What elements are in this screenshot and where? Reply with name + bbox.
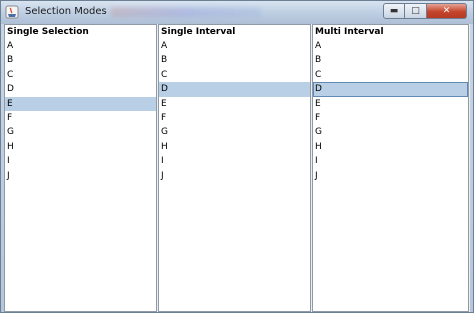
title-bar[interactable]: Selection Modes ▬ □ ✕ bbox=[1, 1, 473, 24]
list-item[interactable]: G bbox=[313, 125, 468, 139]
list-item[interactable]: I bbox=[5, 154, 156, 168]
close-button[interactable]: ✕ bbox=[427, 3, 467, 19]
list-item[interactable]: E bbox=[159, 97, 310, 111]
list-item[interactable]: E bbox=[5, 96, 156, 111]
list-item[interactable]: A bbox=[5, 39, 156, 53]
list-item[interactable]: J bbox=[313, 169, 468, 183]
single-interval-list[interactable]: ABCDEFGHIJ bbox=[159, 39, 310, 183]
single-interval-panel: Single Interval ABCDEFGHIJ bbox=[158, 24, 311, 312]
java-app-icon bbox=[5, 5, 19, 19]
maximize-icon: □ bbox=[411, 6, 420, 16]
list-item[interactable]: C bbox=[313, 68, 468, 82]
column-header: Single Selection bbox=[5, 25, 156, 39]
list-item[interactable]: H bbox=[313, 140, 468, 154]
list-item[interactable]: H bbox=[159, 140, 310, 154]
multi-interval-panel: Multi Interval ABCDEFGHIJ bbox=[312, 24, 469, 312]
list-item[interactable]: I bbox=[313, 154, 468, 168]
list-item[interactable]: H bbox=[5, 140, 156, 154]
minimize-button[interactable]: ▬ bbox=[383, 3, 405, 19]
list-item[interactable]: G bbox=[5, 125, 156, 139]
window-controls: ▬ □ ✕ bbox=[383, 3, 467, 19]
list-item[interactable]: B bbox=[313, 53, 468, 67]
single-selection-list[interactable]: ABCDEFGHIJ bbox=[5, 39, 156, 183]
list-item[interactable]: G bbox=[159, 125, 310, 139]
list-item[interactable]: F bbox=[5, 111, 156, 125]
app-window: Selection Modes ▬ □ ✕ Single Selection A… bbox=[0, 0, 474, 313]
list-item[interactable]: A bbox=[159, 39, 310, 53]
list-item[interactable]: I bbox=[159, 154, 310, 168]
multi-interval-list[interactable]: ABCDEFGHIJ bbox=[313, 39, 468, 183]
close-icon: ✕ bbox=[442, 6, 451, 16]
content-area: Single Selection ABCDEFGHIJ Single Inter… bbox=[4, 24, 470, 312]
list-item[interactable]: A bbox=[313, 39, 468, 53]
list-item[interactable]: B bbox=[159, 53, 310, 67]
list-item[interactable]: B bbox=[5, 53, 156, 67]
list-item[interactable]: F bbox=[159, 111, 310, 125]
minimize-icon: ▬ bbox=[389, 6, 399, 16]
column-header: Multi Interval bbox=[313, 25, 468, 39]
list-item[interactable]: D bbox=[5, 82, 156, 96]
window-title: Selection Modes bbox=[25, 6, 107, 17]
list-item[interactable]: E bbox=[313, 97, 468, 111]
list-item[interactable]: C bbox=[159, 68, 310, 82]
list-item[interactable]: J bbox=[159, 169, 310, 183]
maximize-button[interactable]: □ bbox=[405, 3, 427, 19]
list-item[interactable]: C bbox=[5, 68, 156, 82]
single-selection-panel: Single Selection ABCDEFGHIJ bbox=[4, 24, 157, 312]
list-item[interactable]: J bbox=[5, 169, 156, 183]
column-header: Single Interval bbox=[159, 25, 310, 39]
list-item[interactable]: D bbox=[313, 82, 468, 97]
list-item[interactable]: D bbox=[159, 82, 310, 97]
list-item[interactable]: F bbox=[313, 111, 468, 125]
